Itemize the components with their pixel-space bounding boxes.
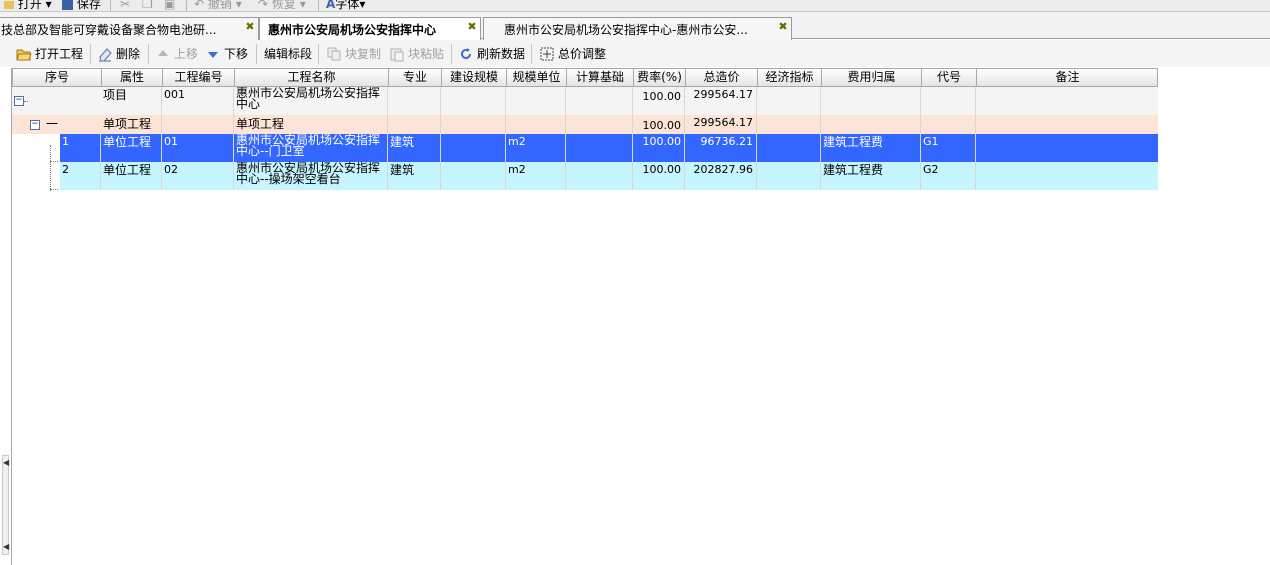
cell-alias: G1 <box>921 134 976 162</box>
close-icon[interactable]: ✖ <box>777 21 789 33</box>
delete-button[interactable]: 删除 <box>97 44 140 63</box>
tab-huizhou-subproject[interactable]: 惠州市公安局机场公安指挥中心-惠州市公安... ✖ <box>483 17 792 40</box>
cell-unit: m2 <box>506 134 566 162</box>
font-icon: A <box>326 0 336 11</box>
cell-name: 单项工程 <box>234 115 388 134</box>
copy-button[interactable]: ❐ <box>142 0 153 11</box>
redo-button[interactable]: ↷ 恢复 ▾ <box>258 0 306 11</box>
tab-label: 惠州市公安局机场公安指挥中心 <box>268 23 437 37</box>
cell-cost-owner: 建筑工程费 <box>821 162 921 190</box>
cell-total: 202827.96 <box>685 162 757 190</box>
eraser-icon <box>97 46 113 62</box>
undo-button[interactable]: ↶ 撤销 ▾ <box>194 0 242 11</box>
column-header[interactable]: 规模单位 <box>507 69 567 87</box>
cell-rate: 100.00 <box>633 162 685 190</box>
chevron-left-icon: ◀ <box>3 542 10 551</box>
paste-button[interactable]: ▣ <box>164 0 176 11</box>
column-header[interactable]: 序号 <box>13 69 102 87</box>
arrow-up-icon <box>155 46 171 62</box>
total-price-adjust-button[interactable]: 总价调整 <box>539 44 606 63</box>
cell-attr: 单项工程 <box>101 115 162 134</box>
tab-label: 惠州市公安局机场公安指挥中心-惠州市公安... <box>504 23 748 37</box>
font-button[interactable]: A字体▾ <box>326 0 365 11</box>
refresh-data-button[interactable]: 刷新数据 <box>458 44 525 63</box>
cell-attr: 单位工程 <box>101 134 162 162</box>
cell-name: 惠州市公安局机场公安指挥中心 <box>234 87 388 115</box>
open-project-button[interactable]: 打开工程 <box>16 44 83 63</box>
cell-attr: 项目 <box>101 87 162 115</box>
column-header[interactable]: 工程编号 <box>163 69 235 87</box>
close-icon[interactable]: ✖ <box>466 21 478 33</box>
column-header[interactable]: 建设规模 <box>442 69 507 87</box>
chevron-left-icon: ◀ <box>3 458 10 467</box>
document-tabs: 技总部及智能可穿戴设备聚合物电池研... ✖ 惠州市公安局机场公安指挥中心 ✖ … <box>0 12 1270 40</box>
cell-code: 02 <box>162 162 234 190</box>
cell-total: 299564.17 <box>685 87 757 115</box>
cut-button[interactable]: ✂ <box>120 0 131 11</box>
block-paste-button[interactable]: 块粘贴 <box>389 44 444 63</box>
cell-rate: 100.00 <box>633 115 685 134</box>
cell-alias: G2 <box>921 162 976 190</box>
open-menu-button[interactable]: 打开 ▾ <box>4 0 52 11</box>
undo-icon: ↶ <box>194 0 205 11</box>
project-toolbar: 打开工程 删除 上移 下移 编辑标段 块复制 块粘贴 刷新数据 总价调整 <box>0 40 1270 67</box>
column-header[interactable]: 费用归属 <box>822 69 922 87</box>
cell-unit: m2 <box>506 162 566 190</box>
column-header[interactable]: 费率(%) <box>634 69 686 87</box>
column-header[interactable]: 属性 <box>102 69 163 87</box>
refresh-icon <box>458 46 474 62</box>
tab-huizhou-command-center[interactable]: 惠州市公安局机场公安指挥中心 ✖ <box>259 17 481 40</box>
cell-seq: 1 <box>60 134 101 162</box>
table-row[interactable]: 2 单位工程 02 惠州市公安局机场公安指挥中心--操场架空看台 建筑 m2 1… <box>60 162 1158 190</box>
main-toolbar: 打开 ▾ 保存 ✂ ❐ ▣ ↶ 撤销 ▾ ↷ 恢复 ▾ A字体▾ <box>0 0 1270 12</box>
close-icon[interactable]: ✖ <box>244 21 256 33</box>
cell-rate: 100.00 <box>633 87 685 115</box>
grid-header: 序号 属性 工程编号 工程名称 专业 建设规模 规模单位 计算基础 费率(%) … <box>12 68 1158 87</box>
cut-icon: ✂ <box>120 0 131 11</box>
copy-icon <box>326 46 342 62</box>
cell-major: 建筑 <box>388 134 441 162</box>
cell-name: 惠州市公安局机场公安指挥中心--门卫室 <box>234 134 388 162</box>
collapse-icon[interactable]: − <box>14 96 24 106</box>
cell-total: 299564.17 <box>685 115 757 134</box>
column-header[interactable]: 计算基础 <box>567 69 634 87</box>
collapse-icon[interactable]: − <box>30 120 40 130</box>
arrow-down-icon <box>205 46 221 62</box>
tab-label: 技总部及智能可穿戴设备聚合物电池研... <box>1 23 217 37</box>
cell-cost-owner: 建筑工程费 <box>821 134 921 162</box>
block-copy-button[interactable]: 块复制 <box>326 44 381 63</box>
redo-icon: ↷ <box>258 0 269 11</box>
paste-icon <box>389 46 405 62</box>
save-icon <box>62 0 73 10</box>
cell-name: 惠州市公安局机场公安指挥中心--操场架空看台 <box>234 162 388 190</box>
copy-icon: ❐ <box>142 0 153 11</box>
splitter-handle[interactable]: ◀ ◀ <box>2 455 9 555</box>
folder-open-icon <box>16 46 32 62</box>
table-row[interactable]: − 一 单项工程 单项工程 100.00 299564.17 <box>12 115 1158 134</box>
table-row[interactable]: − 项目 001 惠州市公安局机场公安指挥中心 100.00 299564.17 <box>12 87 1158 115</box>
cell-rate: 100.00 <box>633 134 685 162</box>
adjust-icon <box>539 46 555 62</box>
edit-section-button[interactable]: 编辑标段 <box>264 44 312 63</box>
cell-code: 001 <box>162 87 234 115</box>
cell-code: 01 <box>162 134 234 162</box>
tab-battery-project[interactable]: 技总部及智能可穿戴设备聚合物电池研... ✖ <box>0 17 259 40</box>
column-header[interactable]: 备注 <box>977 69 1158 87</box>
cell-major: 建筑 <box>388 162 441 190</box>
cell-total: 96736.21 <box>685 134 757 162</box>
column-header[interactable]: 经济指标 <box>758 69 822 87</box>
column-header[interactable]: 专业 <box>389 69 442 87</box>
cell-seq: 2 <box>60 162 101 190</box>
save-button[interactable]: 保存 <box>62 0 101 11</box>
column-header[interactable]: 工程名称 <box>235 69 389 87</box>
move-up-button[interactable]: 上移 <box>155 44 198 63</box>
table-row-selected[interactable]: 1 单位工程 01 惠州市公安局机场公安指挥中心--门卫室 建筑 m2 100.… <box>60 134 1158 162</box>
column-header[interactable]: 总造价 <box>686 69 758 87</box>
paste-icon: ▣ <box>164 0 176 11</box>
folder-open-icon <box>4 0 14 9</box>
cell-attr: 单位工程 <box>101 162 162 190</box>
column-header[interactable]: 代号 <box>922 69 977 87</box>
move-down-button[interactable]: 下移 <box>205 44 248 63</box>
